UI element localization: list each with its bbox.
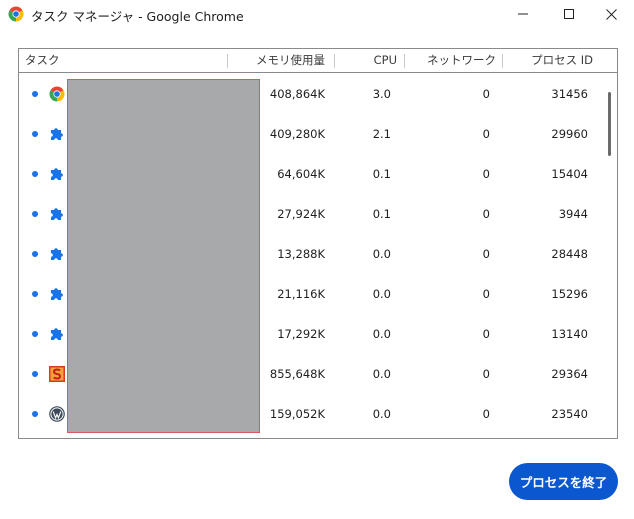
redacted-task-names <box>67 79 260 433</box>
scrollbar-thumb[interactable] <box>608 92 611 156</box>
maximize-icon <box>564 9 574 19</box>
cpu-cell: 0.1 <box>372 167 391 181</box>
pid-cell: 28448 <box>551 247 588 261</box>
column-header-memory[interactable]: メモリ使用量 <box>233 49 325 72</box>
network-cell: 0 <box>482 207 490 221</box>
status-dot-icon <box>32 251 38 257</box>
column-divider[interactable] <box>404 54 405 68</box>
column-header-network[interactable]: ネットワーク <box>411 49 496 72</box>
chrome-icon <box>8 6 24 22</box>
network-cell: 0 <box>482 327 490 341</box>
status-dot-icon <box>32 331 38 337</box>
status-dot-icon <box>32 171 38 177</box>
network-cell: 0 <box>482 87 490 101</box>
pid-cell: 31456 <box>551 87 588 101</box>
network-cell: 0 <box>482 407 490 421</box>
column-header-pid[interactable]: プロセス ID <box>507 49 593 72</box>
table-header: タスク メモリ使用量 CPU ネットワーク プロセス ID <box>19 49 617 73</box>
pid-cell: 29364 <box>551 367 588 381</box>
end-process-button[interactable]: プロセスを終了 <box>509 463 618 500</box>
pid-cell: 23540 <box>551 407 588 421</box>
chrome-icon <box>49 86 65 102</box>
network-cell: 0 <box>482 287 490 301</box>
close-button[interactable] <box>588 0 634 28</box>
network-cell: 0 <box>482 167 490 181</box>
cpu-cell: 0.1 <box>372 207 391 221</box>
pid-cell: 3944 <box>558 207 588 221</box>
wordpress-icon <box>49 406 65 422</box>
pid-cell: 15404 <box>551 167 588 181</box>
cpu-cell: 0.0 <box>372 407 391 421</box>
network-cell: 0 <box>482 247 490 261</box>
status-dot-icon <box>32 131 38 137</box>
status-dot-icon <box>32 291 38 297</box>
network-cell: 0 <box>482 127 490 141</box>
window-title: タスク マネージャ - Google Chrome <box>31 9 244 24</box>
red-s-favicon-icon <box>49 366 65 382</box>
minimize-icon <box>518 9 528 19</box>
extension-puzzle-icon <box>49 166 65 182</box>
cpu-cell: 0.0 <box>372 367 391 381</box>
close-icon <box>605 8 617 20</box>
extension-puzzle-icon <box>49 286 65 302</box>
task-table: タスク メモリ使用量 CPU ネットワーク プロセス ID 408,864K 3… <box>18 48 618 439</box>
column-divider[interactable] <box>502 54 503 68</box>
pid-cell: 15296 <box>551 287 588 301</box>
cpu-cell: 0.0 <box>372 247 391 261</box>
cpu-cell: 3.0 <box>372 87 391 101</box>
pid-cell: 29960 <box>551 127 588 141</box>
column-header-task[interactable]: タスク <box>25 49 60 72</box>
extension-puzzle-icon <box>49 326 65 342</box>
status-dot-icon <box>32 411 38 417</box>
cpu-cell: 0.0 <box>372 327 391 341</box>
title-bar: タスク マネージャ - Google Chrome <box>0 0 634 28</box>
network-cell: 0 <box>482 367 490 381</box>
cpu-cell: 0.0 <box>372 287 391 301</box>
status-dot-icon <box>32 91 38 97</box>
column-divider[interactable] <box>227 54 228 68</box>
column-divider[interactable] <box>334 54 335 68</box>
status-dot-icon <box>32 371 38 377</box>
maximize-button[interactable] <box>546 0 592 28</box>
pid-cell: 13140 <box>551 327 588 341</box>
extension-puzzle-icon <box>49 206 65 222</box>
extension-puzzle-icon <box>49 126 65 142</box>
vertical-scrollbar[interactable] <box>603 74 617 438</box>
extension-puzzle-icon <box>49 246 65 262</box>
column-header-cpu[interactable]: CPU <box>339 49 397 72</box>
cpu-cell: 2.1 <box>372 127 391 141</box>
minimize-button[interactable] <box>500 0 546 28</box>
status-dot-icon <box>32 211 38 217</box>
